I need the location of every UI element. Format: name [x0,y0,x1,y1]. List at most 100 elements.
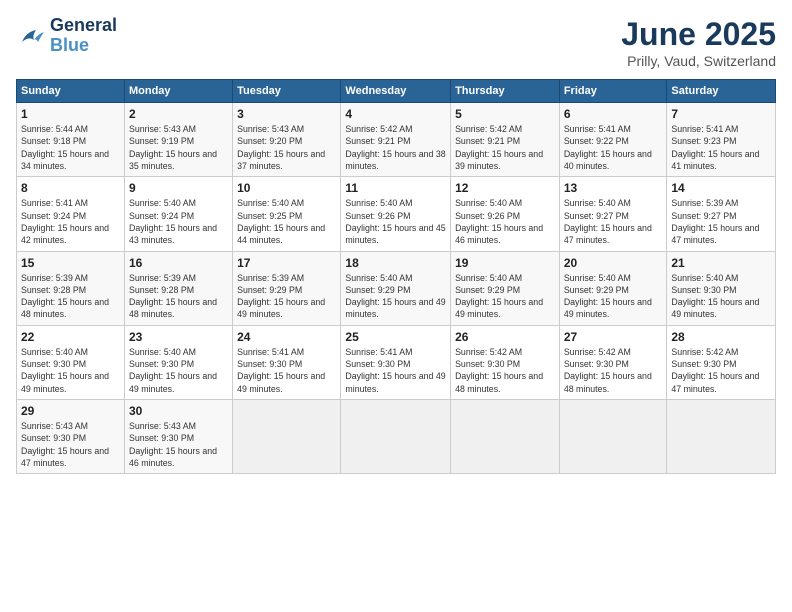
calendar-cell: 23 Sunrise: 5:40 AMSunset: 9:30 PMDayligh… [124,325,232,399]
day-info: Sunrise: 5:40 AMSunset: 9:30 PMDaylight:… [671,272,771,321]
day-info: Sunrise: 5:39 AMSunset: 9:29 PMDaylight:… [237,272,336,321]
day-number: 30 [129,404,228,418]
calendar-cell: 21 Sunrise: 5:40 AMSunset: 9:30 PMDayligh… [667,251,776,325]
calendar-cell: 7Sunrise: 5:41 AMSunset: 9:23 PMDaylight… [667,103,776,177]
day-info: Sunrise: 5:42 AMSunset: 9:30 PMDaylight:… [455,346,555,395]
calendar-table: SundayMondayTuesdayWednesdayThursdayFrid… [16,79,776,474]
day-number: 17 [237,256,336,270]
calendar-cell: 18 Sunrise: 5:40 AMSunset: 9:29 PMDayligh… [341,251,451,325]
page-header: General Blue June 2025 Prilly, Vaud, Swi… [16,16,776,69]
calendar-cell: 12 Sunrise: 5:40 AMSunset: 9:26 PMDayligh… [451,177,560,251]
day-info: Sunrise: 5:41 AMSunset: 9:30 PMDaylight:… [237,346,336,395]
day-number: 18 [345,256,446,270]
day-info: Sunrise: 5:40 AMSunset: 9:30 PMDaylight:… [21,346,120,395]
day-number: 8 [21,181,120,195]
day-info: Sunrise: 5:41 AMSunset: 9:23 PMDaylight:… [671,123,771,172]
day-number: 26 [455,330,555,344]
day-info: Sunrise: 5:40 AMSunset: 9:29 PMDaylight:… [564,272,663,321]
calendar-cell: 15Sunrise: 5:39 AMSunset: 9:28 PMDayligh… [17,251,125,325]
calendar-cell: 8 Sunrise: 5:41 AMSunset: 9:24 PMDaylight… [17,177,125,251]
day-number: 13 [564,181,663,195]
day-info: Sunrise: 5:43 AMSunset: 9:20 PMDaylight:… [237,123,336,172]
day-number: 20 [564,256,663,270]
calendar-cell: 2 Sunrise: 5:43 AMSunset: 9:19 PMDaylight… [124,103,232,177]
day-number: 10 [237,181,336,195]
day-number: 2 [129,107,228,121]
day-number: 21 [671,256,771,270]
calendar-cell: 16 Sunrise: 5:39 AMSunset: 9:28 PMDayligh… [124,251,232,325]
day-info: Sunrise: 5:39 AMSunset: 9:28 PMDaylight:… [129,272,228,321]
day-number: 4 [345,107,446,121]
calendar-cell: 1 Sunrise: 5:44 AMSunset: 9:18 PMDaylight… [17,103,125,177]
day-number: 16 [129,256,228,270]
logo-line1: General [50,16,117,36]
location-subtitle: Prilly, Vaud, Switzerland [621,53,776,69]
day-number: 12 [455,181,555,195]
day-number: 11 [345,181,446,195]
day-info: Sunrise: 5:42 AMSunset: 9:21 PMDaylight:… [455,123,555,172]
day-info: Sunrise: 5:40 AMSunset: 9:26 PMDaylight:… [345,197,446,246]
day-info: Sunrise: 5:40 AMSunset: 9:29 PMDaylight:… [455,272,555,321]
calendar-cell: 17 Sunrise: 5:39 AMSunset: 9:29 PMDayligh… [233,251,341,325]
title-block: June 2025 Prilly, Vaud, Switzerland [621,16,776,69]
calendar-cell: 19 Sunrise: 5:40 AMSunset: 9:29 PMDayligh… [451,251,560,325]
calendar-cell: 30 Sunrise: 5:43 AMSunset: 9:30 PMDayligh… [124,400,232,474]
day-number: 25 [345,330,446,344]
day-number: 6 [564,107,663,121]
day-number: 28 [671,330,771,344]
day-number: 23 [129,330,228,344]
day-info: Sunrise: 5:44 AMSunset: 9:18 PMDaylight:… [21,123,120,172]
calendar-cell: 11 Sunrise: 5:40 AMSunset: 9:26 PMDayligh… [341,177,451,251]
day-number: 14 [671,181,771,195]
weekday-header-tuesday: Tuesday [233,80,341,103]
day-info: Sunrise: 5:42 AMSunset: 9:30 PMDaylight:… [564,346,663,395]
calendar-cell: 3 Sunrise: 5:43 AMSunset: 9:20 PMDaylight… [233,103,341,177]
day-number: 3 [237,107,336,121]
calendar-week-3: 15 Sunrise: 5:39 AMSunset: 9:28 PMDayligh… [17,251,776,325]
day-number: 15 [21,256,120,270]
logo-icon [16,24,46,48]
calendar-cell [451,400,560,474]
weekday-row: SundayMondayTuesdayWednesdayThursdayFrid… [17,80,776,103]
calendar-week-4: 22 Sunrise: 5:40 AMSunset: 9:30 PMDayligh… [17,325,776,399]
calendar-page: General Blue June 2025 Prilly, Vaud, Swi… [0,0,792,612]
month-title: June 2025 [621,16,776,53]
day-info: Sunrise: 5:41 AMSunset: 9:22 PMDaylight:… [564,123,663,172]
day-info: Sunrise: 5:40 AMSunset: 9:26 PMDaylight:… [455,197,555,246]
day-number: 1 [21,107,120,121]
weekday-header-wednesday: Wednesday [341,80,451,103]
calendar-cell: 9 Sunrise: 5:40 AMSunset: 9:24 PMDaylight… [124,177,232,251]
calendar-cell: 27 Sunrise: 5:42 AMSunset: 9:30 PMDayligh… [559,325,667,399]
calendar-cell: 10Sunrise: 5:40 AMSunset: 9:25 PMDayligh… [233,177,341,251]
calendar-body: 1 Sunrise: 5:44 AMSunset: 9:18 PMDaylight… [17,103,776,474]
day-info: Sunrise: 5:43 AMSunset: 9:30 PMDaylight:… [129,420,228,469]
day-number: 22 [21,330,120,344]
calendar-header: SundayMondayTuesdayWednesdayThursdayFrid… [17,80,776,103]
calendar-cell: 29Sunrise: 5:43 AMSunset: 9:30 PMDayligh… [17,400,125,474]
day-info: Sunrise: 5:41 AMSunset: 9:24 PMDaylight:… [21,197,120,246]
calendar-cell: 28Sunrise: 5:42 AMSunset: 9:30 PMDayligh… [667,325,776,399]
calendar-cell: 5Sunrise: 5:42 AMSunset: 9:21 PMDaylight… [451,103,560,177]
weekday-header-thursday: Thursday [451,80,560,103]
day-number: 27 [564,330,663,344]
calendar-cell: 13Sunrise: 5:40 AMSunset: 9:27 PMDayligh… [559,177,667,251]
day-info: Sunrise: 5:40 AMSunset: 9:29 PMDaylight:… [345,272,446,321]
calendar-cell: 4 Sunrise: 5:42 AMSunset: 9:21 PMDaylight… [341,103,451,177]
day-info: Sunrise: 5:40 AMSunset: 9:24 PMDaylight:… [129,197,228,246]
day-info: Sunrise: 5:42 AMSunset: 9:21 PMDaylight:… [345,123,446,172]
weekday-header-saturday: Saturday [667,80,776,103]
calendar-cell [341,400,451,474]
day-info: Sunrise: 5:43 AMSunset: 9:19 PMDaylight:… [129,123,228,172]
logo-text: General Blue [50,16,117,56]
calendar-cell: 14Sunrise: 5:39 AMSunset: 9:27 PMDayligh… [667,177,776,251]
day-info: Sunrise: 5:40 AMSunset: 9:30 PMDaylight:… [129,346,228,395]
day-number: 29 [21,404,120,418]
calendar-cell: 22 Sunrise: 5:40 AMSunset: 9:30 PMDayligh… [17,325,125,399]
calendar-cell [233,400,341,474]
day-number: 19 [455,256,555,270]
weekday-header-sunday: Sunday [17,80,125,103]
weekday-header-monday: Monday [124,80,232,103]
calendar-cell [559,400,667,474]
day-number: 9 [129,181,228,195]
day-number: 24 [237,330,336,344]
